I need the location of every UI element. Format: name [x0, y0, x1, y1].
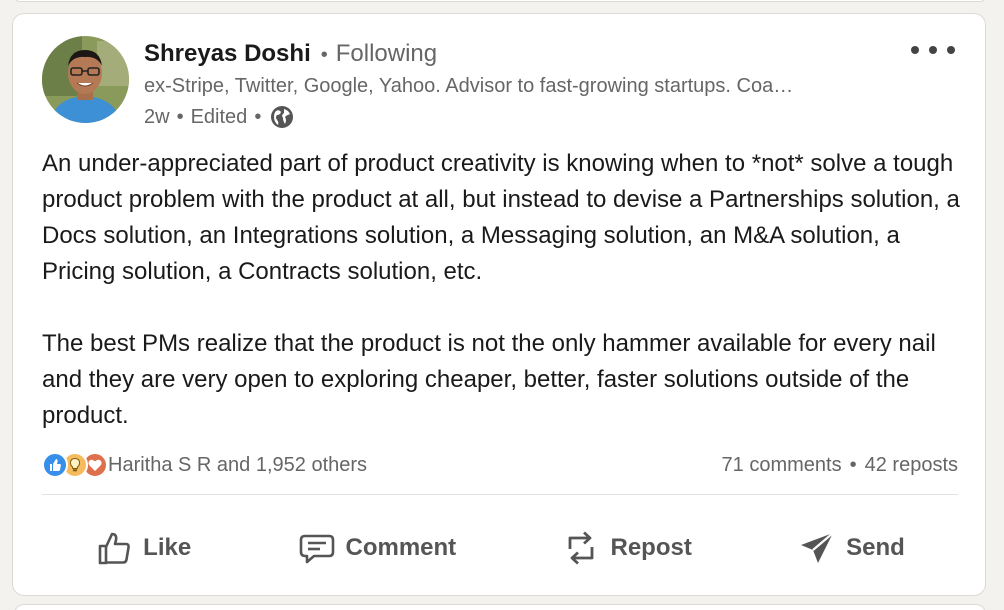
- separator-dot: •: [320, 44, 328, 66]
- like-button[interactable]: Like: [79, 519, 207, 577]
- post-paragraph: An under-appreciated part of product cre…: [42, 150, 960, 285]
- engagement-counts: 71 comments • 42 reposts: [722, 454, 958, 477]
- comment-button[interactable]: Comment: [282, 519, 473, 577]
- more-dot: [929, 46, 937, 54]
- post-timestamp[interactable]: 2w: [144, 106, 170, 129]
- repost-label: Repost: [610, 534, 692, 561]
- repost-icon: [569, 531, 594, 565]
- send-icon: [801, 532, 834, 563]
- repost-button[interactable]: Repost: [546, 519, 707, 577]
- post-actions-bar: Like Comment Repost Send: [42, 514, 958, 582]
- more-dot: [947, 46, 955, 54]
- author-headline: ex-Stripe, Twitter, Google, Yahoo. Advis…: [144, 75, 794, 97]
- comment-icon: [299, 534, 334, 564]
- follow-status[interactable]: Following: [336, 40, 437, 68]
- comment-label: Comment: [345, 534, 457, 561]
- separator-dot: •: [176, 105, 184, 128]
- separator-dot: •: [254, 105, 262, 128]
- reactions-summary[interactable]: Haritha S R and 1,952 others: [42, 452, 367, 478]
- send-label: Send: [846, 534, 905, 561]
- reactions-text: Haritha S R and 1,952 others: [108, 453, 368, 476]
- actions-divider: [42, 494, 958, 495]
- edited-label: Edited: [190, 105, 248, 128]
- more-options-icon[interactable]: [911, 38, 955, 62]
- author-avatar-image: [42, 36, 129, 123]
- next-post-card: [14, 604, 986, 610]
- reaction-icons: [42, 452, 108, 478]
- post-meta: 2w • Edited •: [144, 104, 904, 130]
- more-dot: [911, 46, 919, 54]
- social-counts-bar: Haritha S R and 1,952 others 71 comments…: [42, 450, 958, 480]
- feed-post-card: Shreyas Doshi • Following ex-Stripe, Twi…: [12, 13, 986, 596]
- separator-dot: •: [849, 453, 857, 476]
- author-name[interactable]: Shreyas Doshi: [144, 40, 311, 68]
- thumbs-up-icon: [98, 532, 131, 565]
- reposts-count-link[interactable]: 42 reposts: [865, 454, 958, 477]
- send-button[interactable]: Send: [782, 519, 921, 577]
- previous-post-card: [14, 0, 986, 2]
- globe-icon: [271, 106, 294, 128]
- like-reaction-icon: [42, 452, 68, 478]
- post-header: Shreyas Doshi • Following ex-Stripe, Twi…: [144, 40, 904, 130]
- author-name-line: Shreyas Doshi • Following: [144, 40, 904, 72]
- comments-count-link[interactable]: 71 comments: [722, 454, 842, 477]
- post-body: An under-appreciated part of product cre…: [42, 146, 962, 434]
- author-avatar[interactable]: [42, 36, 129, 123]
- post-paragraph: The best PMs realize that the product is…: [42, 330, 936, 429]
- like-label: Like: [143, 534, 192, 561]
